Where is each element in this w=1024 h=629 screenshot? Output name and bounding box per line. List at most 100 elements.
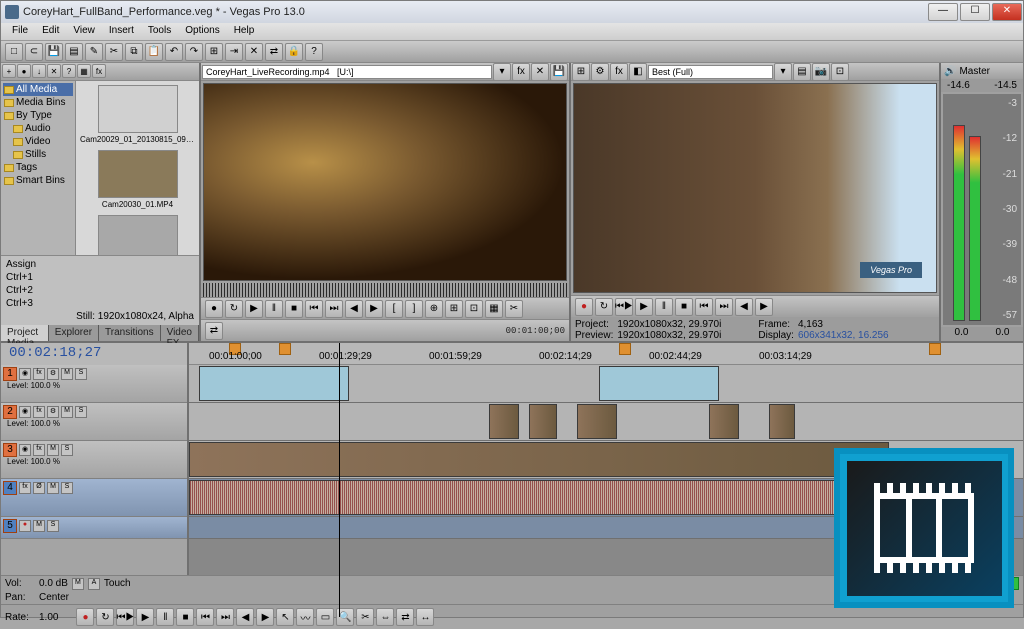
loop-button[interactable]: ↻ [595,298,613,316]
master-meters[interactable]: -3-12-21-30-39-48-57 [943,94,1021,325]
go-start-button[interactable]: ⏮ [196,608,214,626]
bypass-button[interactable]: ◉ [19,444,31,456]
automation-button[interactable]: ⚙ [47,368,59,380]
invert-button[interactable]: Ø [33,482,45,494]
pause-button[interactable]: ‖ [156,608,174,626]
ext-monitor-button[interactable]: ⊞ [572,63,590,81]
scrub-button[interactable]: ⇄ [205,322,223,340]
tab-transitions[interactable]: Transitions [99,325,161,341]
properties-button[interactable]: ✎ [85,43,103,61]
marker-4[interactable] [619,343,631,355]
trimmer-dropdown-icon[interactable]: ▾ [493,63,511,81]
tree-by-type[interactable]: By Type [3,109,73,122]
cut-button[interactable]: ✂ [105,43,123,61]
track-number[interactable]: 1 [3,367,17,381]
preview-video[interactable]: Vegas Pro [573,83,937,293]
envelope-button[interactable]: 〰 [296,608,314,626]
new-button[interactable]: □ [5,43,23,61]
trimmer-close-button[interactable]: ✕ [531,63,549,81]
tree-tags[interactable]: Tags [3,161,73,174]
clip[interactable] [577,404,617,439]
close-button[interactable]: ✕ [992,3,1022,21]
mark-in-button[interactable]: [ [385,300,403,318]
solo-button[interactable]: S [47,520,59,532]
playhead[interactable] [339,365,340,575]
fit-button[interactable]: ⊡ [465,300,483,318]
add-track-button[interactable]: ⊞ [445,300,463,318]
trimmer-filmstrip[interactable] [203,283,567,297]
clip[interactable] [709,404,739,439]
menu-help[interactable]: Help [227,23,262,40]
track-number[interactable]: 5 [3,519,17,533]
open-button[interactable]: ⊂ [25,43,43,61]
trimmer-fx-button[interactable]: fx [512,63,530,81]
media-thumbs[interactable]: Cam20029_01_20130815_095608.MP4 Cam20030… [76,81,199,255]
loop-button[interactable]: ↻ [96,608,114,626]
tree-video[interactable]: Video [3,135,73,148]
slip-button[interactable]: ⇔ [376,608,394,626]
props-button[interactable]: ? [62,64,76,78]
clip[interactable] [769,404,795,439]
undo-button[interactable]: ↶ [165,43,183,61]
assign-1[interactable]: Ctrl+1 [3,271,197,284]
tab-project-media[interactable]: Project Media [1,325,49,341]
views-button[interactable]: ▦ [77,64,91,78]
marker-5[interactable] [929,343,941,355]
clip[interactable] [189,442,889,477]
record-button[interactable]: ● [76,608,94,626]
track-number[interactable]: 2 [3,405,17,419]
import-button[interactable]: + [2,64,16,78]
clip[interactable] [599,366,719,401]
tree-audio[interactable]: Audio [3,122,73,135]
preview-quality-select[interactable] [648,65,773,79]
menu-file[interactable]: File [5,23,35,40]
tab-explorer[interactable]: Explorer [49,325,99,341]
assign-3[interactable]: Ctrl+3 [3,297,197,310]
fx-button[interactable]: fx [33,406,45,418]
trimmer-video[interactable] [203,83,567,281]
go-end-button[interactable]: ⏭ [325,300,343,318]
automation-mode-button[interactable]: A [88,578,100,590]
mark-out-button[interactable]: ] [405,300,423,318]
media-fx-button[interactable]: fx [92,64,106,78]
help-button[interactable]: ? [305,43,323,61]
menu-view[interactable]: View [66,23,102,40]
next-frame-button[interactable]: ▶ [755,298,773,316]
automation-button[interactable]: ⚙ [47,406,59,418]
redo-button[interactable]: ↷ [185,43,203,61]
track-number[interactable]: 4 [3,481,17,495]
remove-button[interactable]: ✕ [47,64,61,78]
mute-master-button[interactable]: M [72,578,84,590]
solo-button[interactable]: S [61,444,73,456]
overlay-button[interactable]: ▤ [793,63,811,81]
mute-button[interactable]: M [47,444,59,456]
copy-button[interactable]: ⧉ [125,43,143,61]
marker-2[interactable] [279,343,291,355]
multicam-button[interactable]: ▦ [485,300,503,318]
loop-button[interactable]: ↻ [225,300,243,318]
fx-button[interactable]: fx [19,482,31,494]
shuffle-button[interactable]: ⇄ [396,608,414,626]
timeline-ruler[interactable]: 00:01:00;00 00:01:29;29 00:01:59;29 00:0… [189,343,1023,365]
touch-mode[interactable]: Touch [104,578,131,589]
capture-button[interactable]: ● [17,64,31,78]
normal-edit-button[interactable]: ↖ [276,608,294,626]
pause-button[interactable]: ‖ [655,298,673,316]
snap-button[interactable]: ⊞ [205,43,223,61]
tree-all-media[interactable]: All Media [3,83,73,96]
prev-frame-button[interactable]: ◀ [236,608,254,626]
go-start-button[interactable]: ⏮ [695,298,713,316]
go-end-button[interactable]: ⏭ [216,608,234,626]
ripple-button[interactable]: ⇥ [225,43,243,61]
quality-dropdown-icon[interactable]: ▾ [774,63,792,81]
clip[interactable] [199,366,349,401]
mute-button[interactable]: M [61,368,73,380]
time-stretch-button[interactable]: ↔ [416,608,434,626]
trimmer-path-input[interactable] [202,65,492,79]
tree-stills[interactable]: Stills [3,148,73,161]
pause-button[interactable]: ‖ [265,300,283,318]
rate-value[interactable]: 1.00 [39,612,58,623]
solo-button[interactable]: S [75,368,87,380]
menu-tools[interactable]: Tools [141,23,178,40]
timeline-timecode[interactable]: 00:02:18;27 [1,343,187,365]
